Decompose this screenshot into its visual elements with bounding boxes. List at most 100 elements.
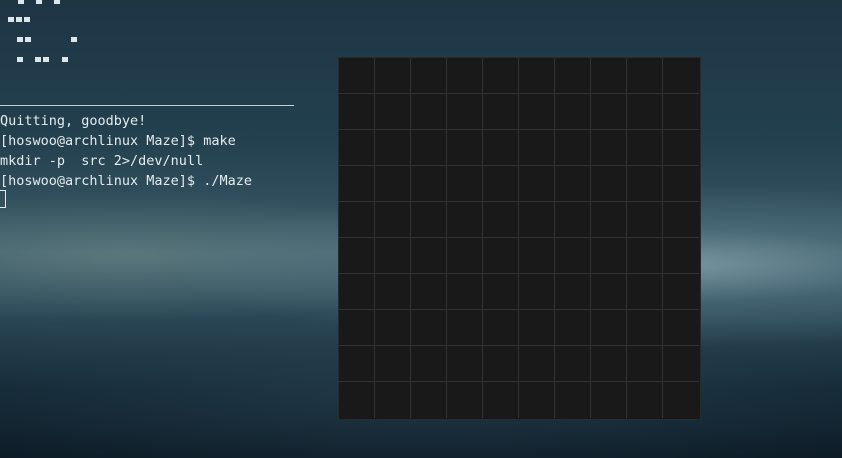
maze-cell <box>591 274 627 310</box>
maze-cell <box>555 238 591 274</box>
maze-cell <box>375 274 411 310</box>
maze-grid[interactable] <box>339 58 700 419</box>
terminal-divider-line <box>0 105 294 106</box>
maze-cell <box>663 94 699 130</box>
maze-cell <box>555 166 591 202</box>
maze-cell <box>411 310 447 346</box>
maze-cell <box>555 130 591 166</box>
maze-cell <box>627 346 663 382</box>
maze-cell <box>375 94 411 130</box>
maze-cell <box>627 238 663 274</box>
maze-cell <box>411 346 447 382</box>
maze-cell <box>627 130 663 166</box>
maze-cell <box>339 58 375 94</box>
maze-cell <box>591 382 627 418</box>
maze-cell <box>375 310 411 346</box>
maze-cell <box>411 274 447 310</box>
maze-cell <box>519 346 555 382</box>
maze-cell <box>663 346 699 382</box>
terminal-line-mkdir-output: mkdir -p src 2>/dev/null <box>0 153 204 169</box>
maze-cell <box>555 310 591 346</box>
maze-cell <box>447 202 483 238</box>
maze-cell <box>411 166 447 202</box>
maze-cell <box>483 166 519 202</box>
terminal-cursor <box>0 190 6 208</box>
maze-cell <box>519 58 555 94</box>
maze-cell <box>447 274 483 310</box>
maze-window[interactable] <box>339 58 700 419</box>
maze-cell <box>411 94 447 130</box>
maze-cell <box>447 310 483 346</box>
maze-cell <box>447 130 483 166</box>
maze-cell <box>483 274 519 310</box>
maze-cell <box>483 58 519 94</box>
maze-cell <box>519 130 555 166</box>
maze-cell <box>411 130 447 166</box>
maze-cell <box>447 94 483 130</box>
maze-cell <box>555 202 591 238</box>
maze-cell <box>447 238 483 274</box>
maze-cell <box>555 382 591 418</box>
maze-cell <box>663 202 699 238</box>
maze-cell <box>663 58 699 94</box>
maze-cell <box>339 238 375 274</box>
maze-cell <box>483 202 519 238</box>
maze-cell <box>411 382 447 418</box>
terminal-line-make-command: [hoswoo@archlinux Maze]$ make <box>0 133 236 149</box>
maze-cell <box>483 130 519 166</box>
maze-cell <box>627 382 663 418</box>
maze-cell <box>663 130 699 166</box>
maze-cell <box>591 130 627 166</box>
maze-cell <box>483 238 519 274</box>
maze-cell <box>375 130 411 166</box>
maze-cell <box>663 310 699 346</box>
maze-cell <box>447 346 483 382</box>
maze-cell <box>555 346 591 382</box>
maze-cell <box>447 166 483 202</box>
maze-cell <box>627 166 663 202</box>
maze-cell <box>483 94 519 130</box>
maze-cell <box>375 382 411 418</box>
maze-cell <box>411 202 447 238</box>
maze-cell <box>411 238 447 274</box>
maze-cell <box>447 58 483 94</box>
maze-cell <box>483 310 519 346</box>
maze-cell <box>555 274 591 310</box>
maze-cell <box>663 166 699 202</box>
maze-cell <box>411 58 447 94</box>
maze-cell <box>627 94 663 130</box>
maze-cell <box>519 166 555 202</box>
maze-cell <box>591 238 627 274</box>
terminal-line-run-command: [hoswoo@archlinux Maze]$ ./Maze <box>0 173 252 189</box>
maze-cell <box>375 202 411 238</box>
maze-cell <box>519 274 555 310</box>
maze-cell <box>375 238 411 274</box>
maze-cell <box>375 58 411 94</box>
maze-cell <box>663 274 699 310</box>
maze-cell <box>339 130 375 166</box>
maze-cell <box>519 238 555 274</box>
maze-cell <box>339 310 375 346</box>
terminal-output[interactable]: Quitting, goodbye! [hoswoo@archlinux Maz… <box>0 0 330 220</box>
maze-cell <box>339 202 375 238</box>
maze-cell <box>483 346 519 382</box>
maze-cell <box>591 202 627 238</box>
maze-cell <box>627 58 663 94</box>
terminal-line-quit-message: Quitting, goodbye! <box>0 113 147 129</box>
maze-cell <box>627 310 663 346</box>
maze-cell <box>375 346 411 382</box>
maze-cell <box>663 382 699 418</box>
maze-cell <box>591 166 627 202</box>
maze-cell <box>339 274 375 310</box>
maze-cell <box>519 202 555 238</box>
maze-cell <box>483 382 519 418</box>
maze-cell <box>339 346 375 382</box>
maze-cell <box>591 310 627 346</box>
maze-cell <box>375 166 411 202</box>
maze-cell <box>591 346 627 382</box>
maze-cell <box>627 274 663 310</box>
maze-cell <box>447 382 483 418</box>
maze-cell <box>519 94 555 130</box>
maze-cell <box>555 94 591 130</box>
maze-cell <box>591 94 627 130</box>
